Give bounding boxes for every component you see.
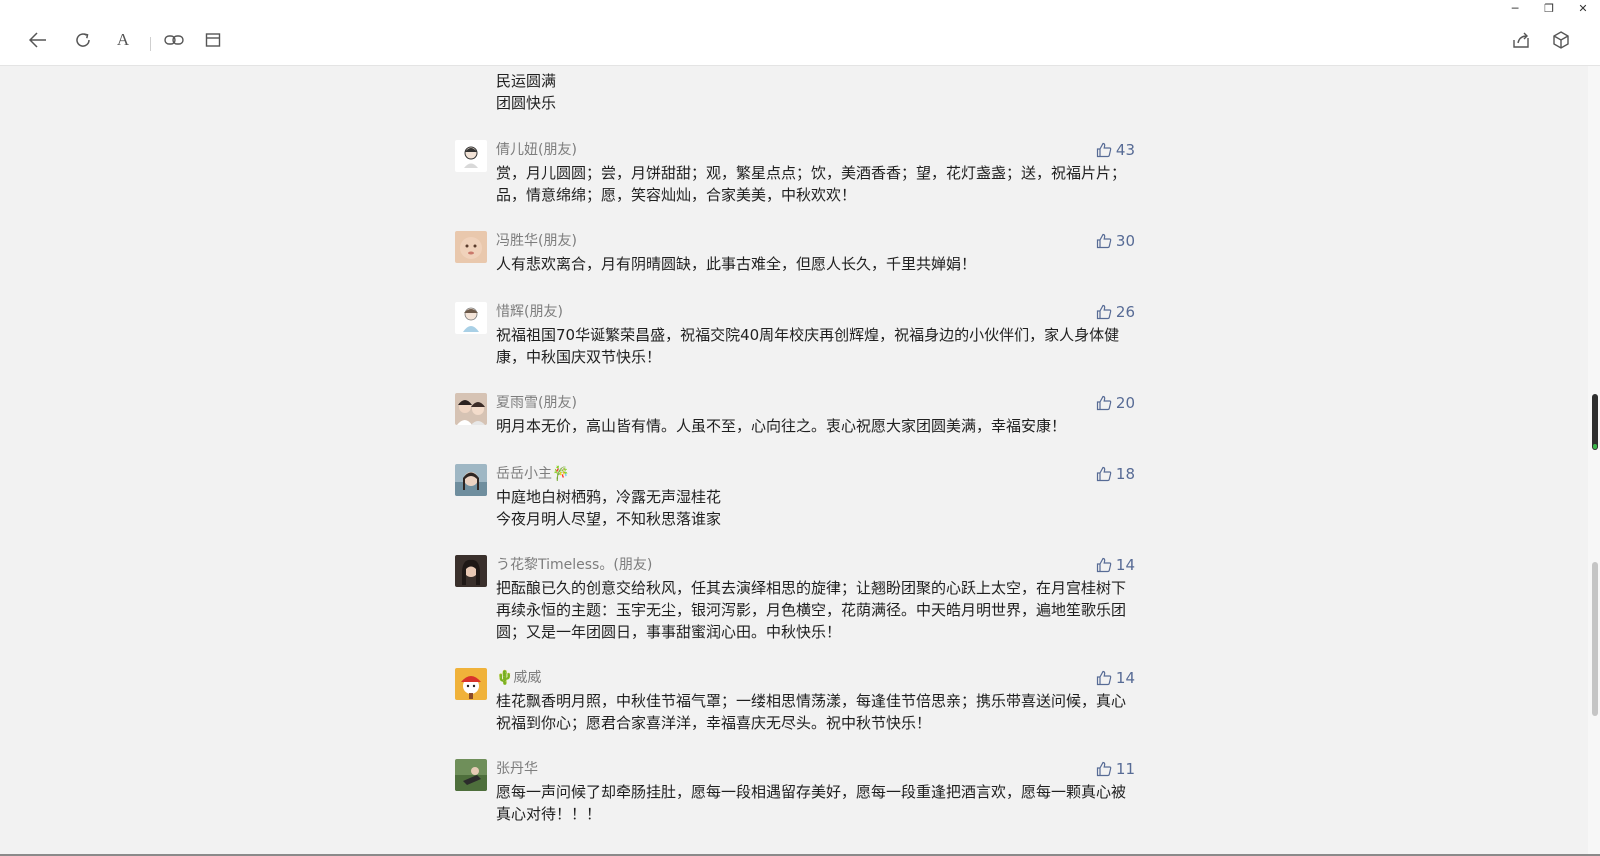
comment-text: 赏，月儿圆圆；尝，月饼甜甜；观，繁星点点；饮，美酒香香；望，花灯盏盏；送，祝福片… (496, 164, 1127, 204)
window-controls: ─ ❐ ✕ (1498, 0, 1600, 16)
like-count: 14 (1115, 556, 1135, 574)
scrollbar[interactable] (1588, 66, 1600, 856)
commenter-name[interactable]: う花黎Timeless。(朋友) (496, 555, 1135, 575)
like-count: 20 (1115, 394, 1135, 412)
like-button[interactable]: 20 (1096, 393, 1135, 413)
like-button[interactable]: 14 (1096, 555, 1135, 575)
comment-text: 愿每一声问候了却牵肠挂肚，愿每一段相遇留存美好，愿每一段重逢把酒言欢，愿每一颗真… (496, 783, 1127, 823)
like-button[interactable]: 14 (1096, 668, 1135, 688)
avatar[interactable] (455, 231, 487, 263)
thumbs-up-icon (1096, 466, 1112, 482)
like-count: 14 (1115, 669, 1135, 687)
thumbs-up-icon (1096, 761, 1112, 777)
commenter-name[interactable]: 张丹华 (496, 759, 1135, 779)
minimize-button[interactable]: ─ (1498, 0, 1532, 16)
like-count: 18 (1115, 465, 1135, 483)
share-icon[interactable] (1507, 26, 1535, 54)
thumbs-up-icon (1096, 142, 1112, 158)
avatar[interactable] (455, 759, 487, 791)
commenter-name[interactable]: 岳岳小主🎋 (496, 464, 1135, 484)
comment-text: 把酝酿已久的创意交给秋风，任其去演绎相思的旋律；让翘盼团聚的心跃上太空，在月宫桂… (496, 579, 1127, 641)
refresh-icon[interactable] (69, 26, 97, 54)
avatar[interactable] (455, 140, 487, 172)
leading-text: 民运圆满 团圆快乐 (496, 70, 556, 114)
comment-text: 人有悲欢离合，月有阴晴圆缺，此事古难全，但愿人长久，千里共婵娟！ (496, 255, 977, 273)
like-button[interactable]: 18 (1096, 464, 1135, 484)
like-count: 11 (1115, 760, 1135, 778)
avatar[interactable] (455, 668, 487, 700)
commenter-name[interactable]: 🌵威威 (496, 668, 1135, 688)
restore-button[interactable]: ❐ (1532, 0, 1566, 16)
like-button[interactable]: 11 (1096, 759, 1135, 779)
scrollbar-thumb-secondary[interactable] (1592, 394, 1598, 450)
thumbs-up-icon (1096, 670, 1112, 686)
avatar[interactable] (455, 393, 487, 425)
back-arrow-icon[interactable] (24, 26, 52, 54)
commenter-name[interactable]: 惜辉(朋友) (496, 302, 1135, 322)
thumbs-up-icon (1096, 557, 1112, 573)
commenter-name[interactable]: 冯胜华(朋友) (496, 231, 1135, 251)
link-icon[interactable] (160, 26, 188, 54)
comment-text: 明月本无价，高山皆有情。人虽不至，心向往之。衷心祝愿大家团圆美满，幸福安康！ (496, 417, 1067, 435)
window-icon[interactable] (199, 26, 227, 54)
comment-text: 桂花飘香明月照，中秋佳节福气罩；一缕相思情荡漾，每逢佳节倍思亲；携乐带喜送问候，… (496, 692, 1127, 732)
toolbar: A (0, 16, 1600, 66)
like-button[interactable]: 30 (1096, 231, 1135, 251)
comment-text: 中庭地白树栖鸦，冷露无声湿桂花 今夜月明人尽望，不知秋思落谁家 (496, 488, 722, 528)
avatar[interactable] (455, 302, 487, 334)
scroll-indicator (1593, 444, 1597, 449)
like-count: 30 (1115, 232, 1135, 250)
commenter-name[interactable]: 倩儿妞(朋友) (496, 140, 1135, 160)
cube-icon[interactable] (1547, 26, 1575, 54)
thumbs-up-icon (1096, 233, 1112, 249)
like-button[interactable]: 43 (1096, 140, 1135, 160)
like-button[interactable]: 26 (1096, 302, 1135, 322)
font-size-button[interactable]: A (109, 26, 137, 54)
commenter-name[interactable]: 夏雨雪(朋友) (496, 393, 1135, 413)
avatar[interactable] (455, 555, 487, 587)
thumbs-up-icon (1096, 304, 1112, 320)
like-count: 43 (1115, 141, 1135, 159)
toolbar-divider (150, 37, 151, 51)
comments-content: 民运圆满 团圆快乐 倩儿妞(朋友) 赏，月儿圆圆；尝，月饼甜甜；观，繁星点点；饮… (0, 66, 1588, 856)
thumbs-up-icon (1096, 395, 1112, 411)
leading-line: 民运圆满 (496, 72, 557, 90)
scrollbar-thumb[interactable] (1592, 562, 1598, 716)
leading-line: 团圆快乐 (496, 94, 557, 112)
title-bar: ─ ❐ ✕ (0, 0, 1600, 16)
comment-text: 祝福祖国70华诞繁荣昌盛，祝福交院40周年校庆再创辉煌，祝福身边的小伙伴们，家人… (496, 326, 1120, 366)
avatar[interactable] (455, 464, 487, 496)
like-count: 26 (1115, 303, 1135, 321)
close-button[interactable]: ✕ (1566, 0, 1600, 16)
